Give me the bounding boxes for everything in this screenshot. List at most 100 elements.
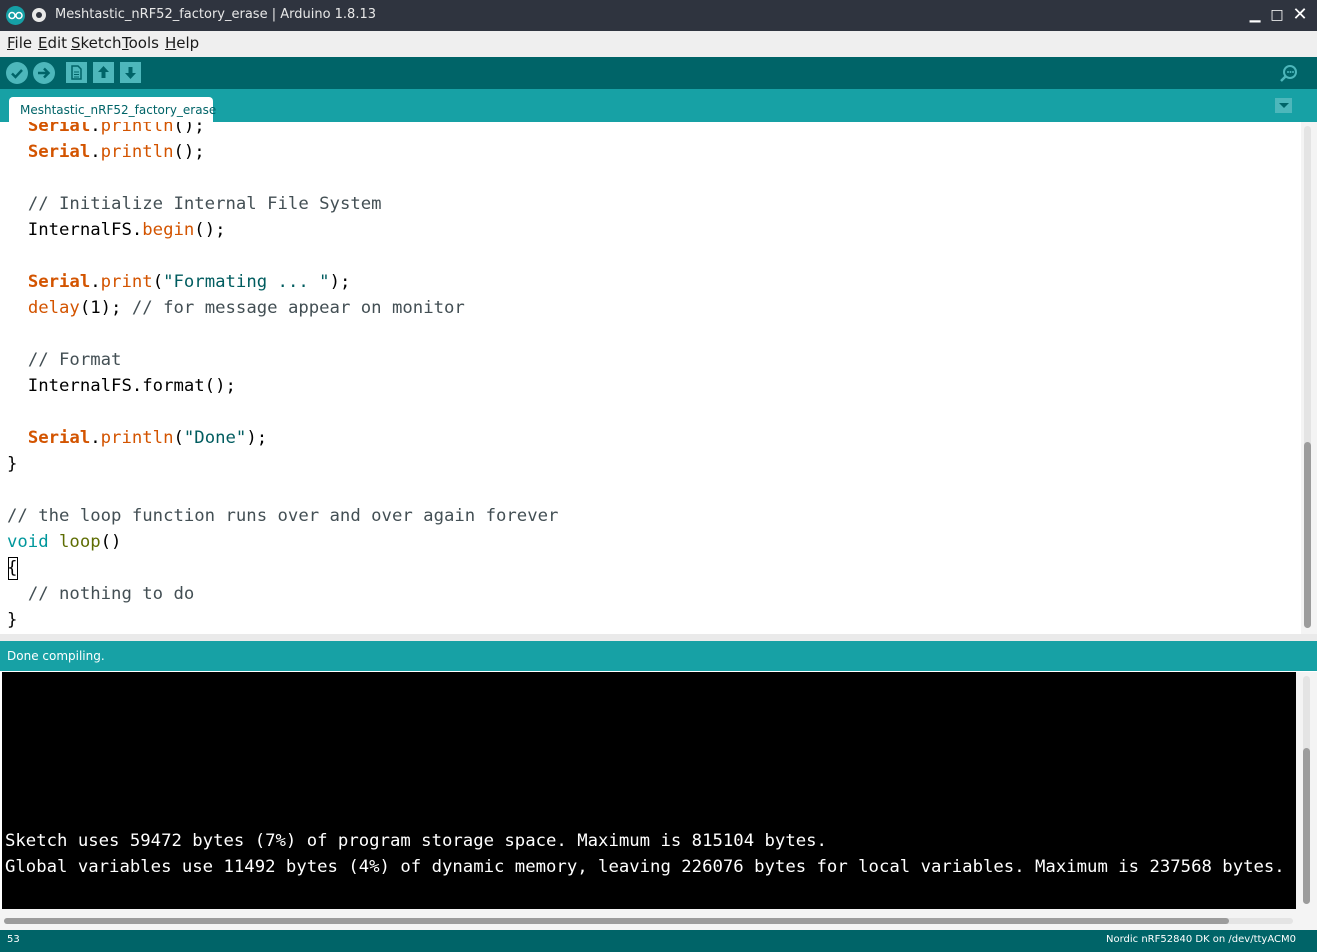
menu-sketch-label: ketch	[80, 34, 122, 52]
menu-sketch[interactable]: Sketch	[71, 34, 122, 52]
window-title: Meshtastic_nRF52_factory_erase | Arduino…	[55, 7, 377, 22]
code-line: // Initialize Internal File System	[7, 191, 382, 217]
code-token: );	[246, 428, 268, 448]
code-token: // Initialize Internal File System	[27, 194, 382, 214]
code-token: }	[7, 610, 18, 630]
line-number: 53	[7, 934, 20, 945]
code-token: }	[7, 454, 18, 474]
code-line: InternalFS.format();	[7, 373, 236, 399]
menu-tools[interactable]: Tools	[122, 34, 159, 52]
code-token: .	[90, 272, 101, 292]
code-token: ()	[100, 532, 122, 552]
tab-menu-chevron-down-icon[interactable]	[1275, 98, 1292, 113]
code-token: Serial	[27, 428, 91, 448]
menu-file-accel: F	[7, 34, 15, 52]
menu-edit-label: dit	[47, 34, 68, 52]
toolbar	[0, 57, 1317, 89]
menu-help-accel: H	[165, 34, 177, 52]
code-token: Serial	[27, 142, 91, 162]
code-token: Serial	[27, 122, 91, 136]
status-message: Done compiling.	[7, 649, 105, 663]
editor-scrollbar-thumb[interactable]	[1304, 442, 1311, 628]
code-token: (	[152, 272, 164, 292]
console-scrollbar[interactable]	[1296, 672, 1317, 909]
code-token: "Done"	[183, 428, 247, 448]
code-token: void	[7, 532, 49, 552]
open-icon[interactable]	[93, 62, 114, 83]
console-horizontal-scrollbar[interactable]	[0, 909, 1317, 930]
board-port-label: Nordic nRF52840 DK on /dev/ttyACM0	[1106, 934, 1296, 945]
save-icon[interactable]	[120, 62, 141, 83]
code-token: (	[173, 428, 184, 448]
code-token: .	[90, 142, 101, 162]
code-token: begin	[142, 220, 195, 240]
maximize-button[interactable]: □	[1268, 6, 1286, 24]
tab-sketch[interactable]: Meshtastic_nRF52_factory_erase	[9, 97, 216, 122]
code-token: .	[90, 428, 101, 448]
verify-icon[interactable]	[6, 62, 28, 84]
code-token: "Formating ... "	[163, 272, 330, 292]
menu-file-label: ile	[14, 34, 33, 52]
arduino-logo-icon[interactable]	[6, 6, 25, 25]
code-line: // nothing to do	[7, 581, 194, 607]
console-line: Sketch uses 59472 bytes (7%) of program …	[5, 831, 827, 851]
console-output[interactable]: Sketch uses 59472 bytes (7%) of program …	[2, 672, 1296, 909]
code-token: delay	[27, 298, 80, 318]
code-line: {	[7, 555, 17, 581]
code-line: // the loop function runs over and over …	[7, 503, 558, 529]
menu-help[interactable]: Help	[165, 34, 199, 52]
menu-tools-label: ools	[128, 34, 159, 52]
code-line: }	[7, 451, 17, 477]
code-token: );	[329, 272, 351, 292]
pin-icon[interactable]	[32, 8, 46, 22]
minimize-button[interactable]: ▁	[1246, 6, 1264, 24]
bottom-status-bar: 53 Nordic nRF52840 DK on /dev/ttyACM0	[0, 930, 1317, 952]
code-line: Serial.println();	[7, 122, 205, 139]
code-editor[interactable]: Serial.println(); Serial.println(); // I…	[0, 122, 1301, 634]
code-token: InternalFS.	[7, 220, 143, 240]
menu-bar: File Edit Sketch Tools Help	[0, 31, 1317, 58]
code-line: delay(1); // for message appear on monit…	[7, 295, 465, 321]
tab-bar: Meshtastic_nRF52_factory_erase	[0, 89, 1317, 122]
code-line: }	[7, 607, 17, 633]
code-token: println	[100, 122, 174, 136]
code-token: // Format	[27, 350, 122, 370]
serial-monitor-icon[interactable]	[1278, 63, 1299, 84]
code-line: void loop()	[7, 529, 121, 555]
code-token: // for message appear on monitor	[131, 298, 465, 318]
code-token: println	[100, 428, 174, 448]
console-line: Global variables use 11492 bytes (4%) of…	[5, 857, 1285, 877]
menu-file[interactable]: File	[7, 34, 32, 52]
editor-console-splitter[interactable]	[0, 634, 1317, 641]
code-token: Serial	[27, 272, 91, 292]
console-hscroll-thumb[interactable]	[4, 918, 1229, 924]
menu-edit[interactable]: Edit	[38, 34, 67, 52]
status-bar: Done compiling.	[0, 641, 1317, 671]
menu-help-label: elp	[176, 34, 200, 52]
code-line: // Format	[7, 347, 122, 373]
code-line: Serial.println("Done");	[7, 425, 267, 451]
upload-icon[interactable]	[33, 62, 55, 84]
code-token: (1);	[79, 298, 132, 318]
code-line: Serial.println();	[7, 139, 205, 165]
new-icon[interactable]	[66, 62, 87, 83]
code-token: {	[7, 558, 18, 578]
menu-sketch-accel: S	[71, 34, 81, 52]
code-line: InternalFS.begin();	[7, 217, 226, 243]
code-token: println	[100, 142, 174, 162]
code-token: print	[100, 272, 153, 292]
code-token: .	[90, 122, 101, 136]
console-scrollbar-thumb[interactable]	[1303, 748, 1310, 904]
close-button[interactable]: ✕	[1291, 6, 1309, 24]
editor-scrollbar[interactable]	[1301, 122, 1317, 634]
code-token: // nothing to do	[27, 584, 195, 604]
code-line: Serial.print("Formating ... ");	[7, 269, 351, 295]
